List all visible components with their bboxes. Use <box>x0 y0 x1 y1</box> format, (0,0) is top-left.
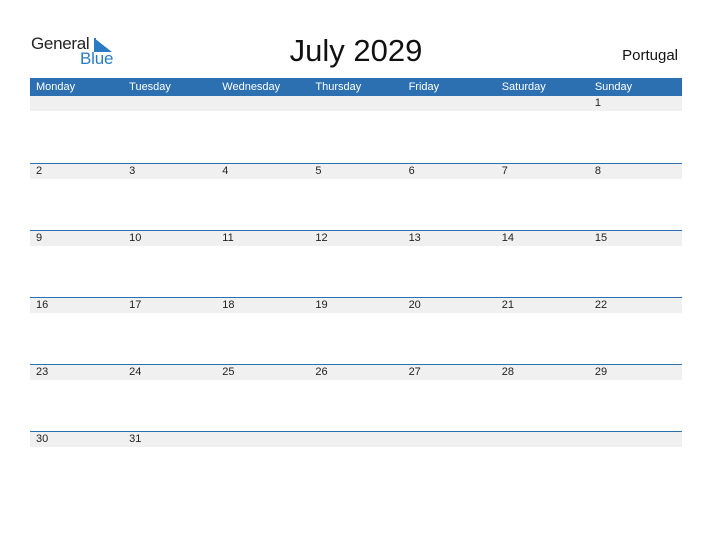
weekday-friday: Friday <box>408 81 440 93</box>
day-cell: 8 <box>594 165 601 177</box>
day-cell: 14 <box>501 232 514 244</box>
weekday-tuesday: Tuesday <box>129 81 171 93</box>
day-cell: 13 <box>408 232 421 244</box>
week-row: 1 <box>30 96 682 163</box>
calendar-title: July 2029 <box>289 33 423 68</box>
day-cell: 17 <box>129 299 142 311</box>
day-cell: 20 <box>408 299 421 311</box>
day-cell: 9 <box>36 232 43 244</box>
day-cell: 29 <box>594 366 608 378</box>
week-day-numbers: 23 24 25 26 27 28 29 <box>30 365 682 380</box>
day-cell: 5 <box>315 165 322 177</box>
weekday-sunday: Sunday <box>594 81 633 93</box>
day-cell: 23 <box>36 366 49 378</box>
day-cell: 21 <box>501 299 514 311</box>
calendar-grid: Monday Tuesday Wednesday Thursday Friday… <box>30 78 682 498</box>
day-cell: 12 <box>315 232 328 244</box>
day-cell <box>216 432 309 447</box>
day-cell <box>216 96 309 111</box>
week-day-numbers: 9 10 11 12 13 14 15 <box>30 231 682 246</box>
day-cell: 24 <box>129 366 142 378</box>
day-cell <box>496 432 589 447</box>
week-row: 2 3 4 5 6 7 8 <box>30 163 682 230</box>
day-cell: 1 <box>594 97 601 109</box>
week-row: 23 24 25 26 27 28 29 <box>30 364 682 431</box>
day-cell: 27 <box>408 366 421 378</box>
day-cell <box>496 96 589 111</box>
day-cell: 10 <box>129 232 142 244</box>
day-cell: 22 <box>594 299 608 311</box>
weekday-thursday: Thursday <box>315 81 362 93</box>
day-cell <box>589 432 682 447</box>
day-cell <box>403 432 496 447</box>
day-cell <box>309 96 402 111</box>
day-cell: 4 <box>222 165 229 177</box>
weekday-wednesday: Wednesday <box>222 81 281 93</box>
day-cell <box>30 96 123 111</box>
week-day-numbers: 16 17 18 19 20 21 22 <box>30 298 682 313</box>
day-cell: 6 <box>408 165 415 177</box>
day-cell: 7 <box>501 165 508 177</box>
day-cell <box>123 96 216 111</box>
weekday-header: Monday Tuesday Wednesday Thursday Friday… <box>30 78 682 96</box>
week-day-numbers: 2 3 4 5 6 7 8 <box>30 164 682 179</box>
day-cell: 18 <box>222 299 235 311</box>
day-cell: 19 <box>315 299 328 311</box>
day-cell: 28 <box>501 366 514 378</box>
country-label: Portugal <box>622 47 678 64</box>
week-row: 9 10 11 12 13 14 15 <box>30 230 682 297</box>
week-day-numbers: 1 <box>30 96 682 111</box>
weekday-monday: Monday <box>36 81 76 93</box>
day-cell: 31 <box>129 433 142 445</box>
day-cell: 15 <box>594 232 608 244</box>
day-cell <box>309 432 402 447</box>
day-cell: 30 <box>36 433 49 445</box>
week-day-numbers: 30 31 <box>30 432 682 447</box>
day-cell: 3 <box>129 165 136 177</box>
weekday-saturday: Saturday <box>501 81 546 93</box>
week-row: 30 31 <box>30 431 682 498</box>
day-cell: 2 <box>36 165 43 177</box>
week-row: 16 17 18 19 20 21 22 <box>30 297 682 364</box>
day-cell: 26 <box>315 366 328 378</box>
day-cell: 25 <box>222 366 235 378</box>
day-cell: 11 <box>222 232 234 244</box>
day-cell: 16 <box>36 299 49 311</box>
day-cell <box>403 96 496 111</box>
